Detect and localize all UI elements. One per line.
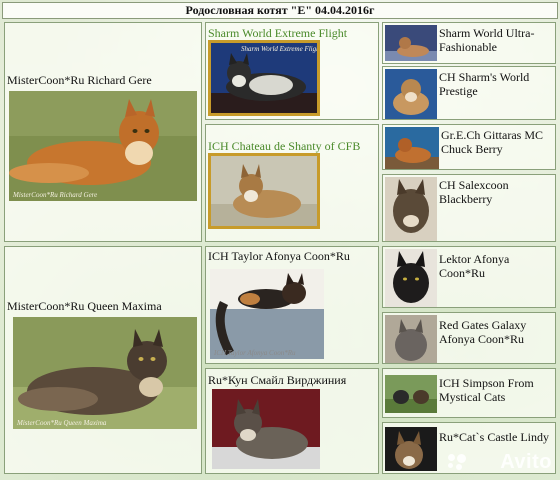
parent-cell-2: MisterCoon*Ru Queen Maxima MisterCoon*Ru… [4, 246, 202, 474]
grandparent-photo-4 [212, 389, 320, 469]
ggp-photo-3 [385, 127, 439, 169]
ggp-photo-6 [385, 315, 437, 363]
ggp-photo-5 [385, 249, 437, 307]
ggp-name-2: CH Sharm's World Prestige [439, 70, 530, 98]
page-title: Родословная котят "Е" 04.04.2016г [2, 2, 558, 19]
ggp-name-5: Lektor Afonya Coon*Ru [439, 252, 510, 280]
ggp-name-6: Red Gates Galaxy Afonya Coon*Ru [439, 318, 527, 346]
grandparent-photo-2 [208, 153, 320, 229]
parent-photo-1: MisterCoon*Ru Richard Gere [9, 91, 197, 201]
grandparent-photo-3: ICH Taylor Afonya Coon*Ru [210, 269, 324, 359]
avito-watermark: Avito [500, 451, 552, 473]
grandparent-name-3: ICH Taylor Afonya Coon*Ru [208, 249, 350, 263]
grandparent-name-4: Ru*Кун Смайл Вирджиния [208, 373, 347, 387]
grandparent-cell-2: ICH Chateau de Shanty of CFB [205, 124, 379, 242]
grandparent-cell-3: ICH Taylor Afonya Coon*Ru ICH Taylor Afo… [205, 246, 379, 364]
ggp-cell-7: ICH Simpson From Mystical Cats [382, 368, 556, 418]
ggp-cell-3: Gr.E.Ch Gittaras MC Chuck Berry [382, 124, 556, 170]
ggp-photo-2 [385, 69, 437, 119]
ggp-photo-7 [385, 375, 437, 413]
parent-photo-2-caption: MisterCoon*Ru Queen Maxima [17, 419, 107, 427]
ggp-cell-2: CH Sharm's World Prestige [382, 66, 556, 120]
parent-name-2: MisterCoon*Ru Queen Maxima [7, 299, 162, 313]
parent-name-1: MisterCoon*Ru Richard Gere [7, 73, 152, 87]
ggp-cell-6: Red Gates Galaxy Afonya Coon*Ru [382, 312, 556, 364]
parent-cell-1: MisterCoon*Ru Richard Gere MisterCoon*Ru… [4, 22, 202, 242]
ggp-cell-5: Lektor Afonya Coon*Ru [382, 246, 556, 308]
grandparent-name-2: ICH Chateau de Shanty of CFB [208, 139, 361, 153]
parent-photo-2: MisterCoon*Ru Queen Maxima [13, 317, 197, 429]
ggp-cell-1: Sharm World Ultra-Fashionable [382, 22, 556, 64]
parent-photo-1-caption: MisterCoon*Ru Richard Gere [13, 191, 98, 199]
grandparent-name-1: Sharm World Extreme Flight [208, 26, 348, 40]
grandparent-photo-1: Sharm World Extreme Flight [208, 40, 320, 116]
ggp-name-4: CH Salexcoon Blackberry [439, 178, 509, 206]
grandparent-cell-1: Sharm World Extreme Flight Sharm World E… [205, 22, 379, 120]
grandparent-photo-3-caption: ICH Taylor Afonya Coon*Ru [214, 349, 296, 357]
ggp-photo-8 [385, 427, 437, 471]
ggp-name-7: ICH Simpson From Mystical Cats [439, 376, 534, 404]
ggp-name-3: Gr.E.Ch Gittaras MC Chuck Berry [441, 128, 543, 156]
avito-logo-icon [448, 454, 468, 470]
ggp-name-8: Ru*Cat`s Castle Lindy [439, 430, 549, 444]
ggp-photo-4 [385, 177, 437, 241]
grandparent-cell-4: Ru*Кун Смайл Вирджиния [205, 368, 379, 474]
ggp-name-1: Sharm World Ultra-Fashionable [439, 26, 535, 54]
ggp-photo-1 [385, 25, 437, 61]
grandparent-photo-1-caption: Sharm World Extreme Flight [241, 45, 320, 53]
ggp-cell-4: CH Salexcoon Blackberry [382, 174, 556, 242]
